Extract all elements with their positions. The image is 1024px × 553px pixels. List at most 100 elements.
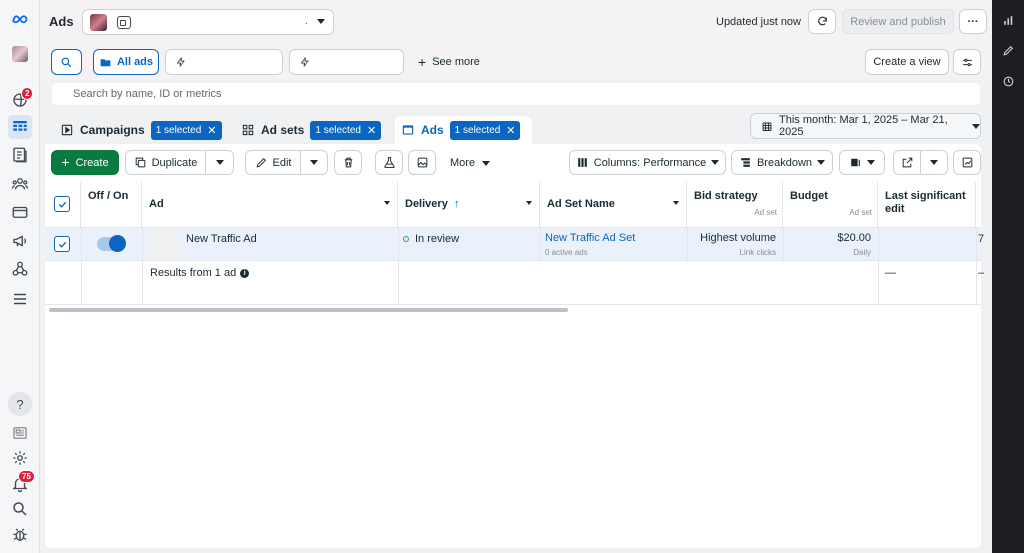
last-edit-column-header[interactable]: Last significant edit bbox=[878, 182, 976, 228]
preview-button[interactable] bbox=[408, 150, 436, 175]
column-divider bbox=[878, 228, 879, 305]
ads-selected-badge[interactable]: 1 selected ✕ bbox=[449, 120, 521, 140]
results-summary: Results from 1 ad i bbox=[150, 267, 250, 279]
search-toggle-button[interactable] bbox=[51, 49, 82, 75]
bid-strategy-header-label: Bid strategy bbox=[694, 190, 758, 202]
budget-column-header[interactable]: Budget Ad set bbox=[783, 182, 878, 228]
search-icon[interactable] bbox=[8, 497, 32, 521]
search-input[interactable]: Search by name, ID or metrics bbox=[52, 83, 980, 105]
ad-column-header[interactable]: Ad bbox=[142, 182, 398, 228]
adset-active-count: 0 active ads bbox=[545, 248, 588, 257]
clear-ads-close-icon[interactable]: ✕ bbox=[506, 124, 515, 137]
campaign-flag-icon bbox=[61, 124, 73, 136]
horizontal-scrollbar[interactable] bbox=[49, 308, 568, 312]
sort-ascending-icon: ↑ bbox=[453, 198, 460, 210]
chevron-down-icon bbox=[526, 201, 532, 205]
edit-button[interactable]: Edit bbox=[245, 150, 301, 175]
charts-button[interactable] bbox=[953, 150, 981, 175]
more-options-button[interactable]: ··· bbox=[959, 9, 987, 34]
chevron-down-icon bbox=[317, 19, 325, 24]
activity-icon[interactable]: 2 bbox=[8, 87, 34, 112]
view-settings-button[interactable] bbox=[953, 49, 981, 75]
account-avatar-icon bbox=[90, 14, 107, 31]
chevron-down-icon bbox=[930, 160, 938, 165]
ads-card-icon bbox=[402, 125, 414, 135]
select-all-header bbox=[45, 182, 81, 228]
clear-campaigns-close-icon[interactable]: ✕ bbox=[207, 124, 216, 137]
date-range-picker[interactable]: This month: Mar 1, 2025 – Mar 21, 2025 bbox=[750, 113, 981, 139]
tab-ad-sets[interactable]: Ad sets 1 selected ✕ bbox=[235, 116, 387, 144]
news-icon[interactable] bbox=[8, 421, 32, 445]
integrations-icon[interactable] bbox=[8, 257, 32, 281]
review-publish-button[interactable]: Review and publish bbox=[842, 9, 954, 34]
delete-button[interactable] bbox=[334, 150, 362, 175]
saved-view-slot-2[interactable] bbox=[289, 49, 404, 75]
ad-name[interactable]: New Traffic Ad bbox=[186, 233, 257, 245]
audiences-icon[interactable] bbox=[8, 172, 32, 196]
column-divider bbox=[540, 228, 541, 261]
create-button[interactable]: + Create bbox=[51, 150, 119, 175]
account-avatar[interactable] bbox=[8, 42, 32, 66]
chevron-down-icon bbox=[867, 160, 875, 165]
tab-ads[interactable]: Ads 1 selected ✕ bbox=[395, 116, 532, 144]
billing-icon[interactable] bbox=[8, 200, 32, 224]
reports-button[interactable] bbox=[839, 150, 885, 175]
history-clock-icon[interactable] bbox=[1000, 73, 1016, 89]
results-label: Results from 1 ad bbox=[150, 267, 237, 279]
notifications-bell-icon[interactable]: 75 bbox=[8, 470, 35, 496]
tab-campaigns[interactable]: Campaigns 1 selected ✕ bbox=[54, 116, 228, 144]
breakdown-button[interactable]: Breakdown bbox=[731, 150, 833, 175]
refresh-button[interactable] bbox=[808, 9, 836, 34]
see-more-button[interactable]: + See more bbox=[418, 55, 480, 69]
duplicate-dropdown-button[interactable] bbox=[205, 150, 234, 175]
create-view-button[interactable]: Create a view bbox=[865, 49, 949, 75]
settings-gear-icon[interactable] bbox=[8, 446, 32, 470]
bid-strategy-column-header[interactable]: Bid strategy Ad set bbox=[687, 182, 783, 228]
bid-strategy-header-sub: Ad set bbox=[754, 208, 777, 217]
image-icon bbox=[417, 157, 427, 168]
sliders-icon bbox=[962, 58, 972, 66]
results-last-edit: — bbox=[885, 267, 896, 279]
bar-chart-icon[interactable] bbox=[1000, 12, 1016, 28]
delivery-column-header[interactable]: Delivery ↑ bbox=[398, 182, 540, 228]
budget-header-label: Budget bbox=[790, 190, 828, 202]
help-icon[interactable]: ? bbox=[8, 392, 32, 416]
pencil-icon[interactable] bbox=[1000, 42, 1016, 58]
chevron-down-icon bbox=[310, 160, 318, 165]
notifications-badge: 75 bbox=[18, 470, 35, 483]
adset-name-column-header[interactable]: Ad Set Name bbox=[540, 182, 687, 228]
duplicate-button[interactable]: Duplicate bbox=[125, 150, 206, 175]
menu-icon[interactable] bbox=[8, 287, 32, 311]
calendar-icon bbox=[762, 122, 772, 131]
delivery-status: In review bbox=[403, 233, 459, 245]
ads-manager-icon[interactable] bbox=[8, 115, 32, 139]
meta-logo-icon[interactable] bbox=[8, 8, 32, 32]
export-button[interactable] bbox=[893, 150, 921, 175]
ad-status-toggle[interactable] bbox=[97, 235, 126, 252]
ad-account-selector[interactable]: . bbox=[82, 9, 334, 35]
campaign-megaphone-icon[interactable] bbox=[8, 229, 32, 253]
columns-button[interactable]: Columns: Performance bbox=[569, 150, 726, 175]
lightning-icon bbox=[176, 57, 185, 67]
more-actions-button[interactable]: More bbox=[450, 157, 491, 169]
column-divider bbox=[142, 228, 143, 305]
chevron-down-icon bbox=[817, 160, 826, 165]
all-ads-view-button[interactable]: All ads bbox=[93, 49, 159, 75]
adsets-selected-badge[interactable]: 1 selected ✕ bbox=[310, 120, 382, 140]
ab-test-button[interactable] bbox=[375, 150, 403, 175]
clear-adsets-close-icon[interactable]: ✕ bbox=[367, 124, 376, 137]
bid-strategy-value: Highest volume bbox=[700, 232, 776, 244]
edit-dropdown-button[interactable] bbox=[300, 150, 328, 175]
select-all-checkbox[interactable] bbox=[54, 196, 70, 212]
create-label: Create bbox=[75, 156, 109, 169]
reports-icon[interactable] bbox=[8, 143, 32, 167]
chevron-down-icon bbox=[215, 160, 224, 165]
info-icon[interactable]: i bbox=[240, 268, 250, 278]
bug-report-icon[interactable] bbox=[8, 523, 32, 547]
tab-ad-sets-label: Ad sets bbox=[261, 123, 305, 137]
campaigns-selected-badge[interactable]: 1 selected ✕ bbox=[150, 120, 222, 140]
row-select-checkbox[interactable] bbox=[54, 236, 70, 252]
adset-name-link[interactable]: New Traffic Ad Set bbox=[545, 232, 635, 244]
export-dropdown-button[interactable] bbox=[920, 150, 948, 175]
saved-view-slot-1[interactable] bbox=[165, 49, 283, 75]
